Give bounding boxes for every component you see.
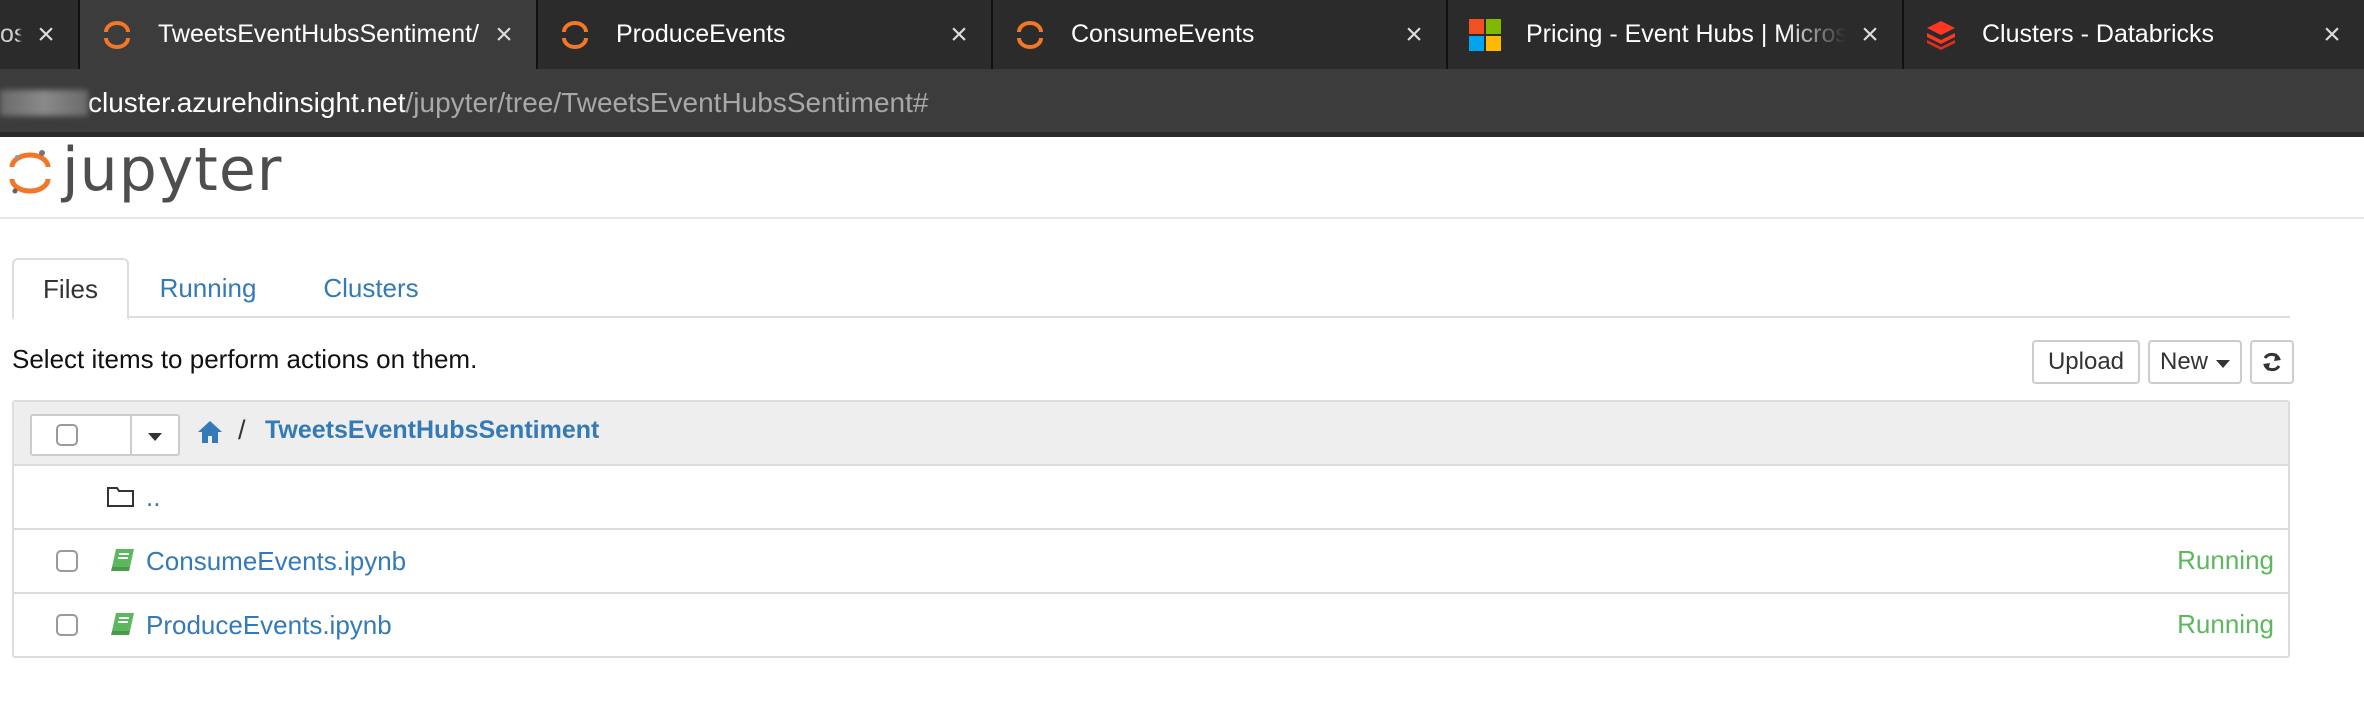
browser-tab-1[interactable]: TweetsEventHubsSentiment/ × (80, 0, 538, 69)
browser-tab-0[interactable]: oso × (0, 0, 80, 69)
select-menu-toggle[interactable] (132, 416, 178, 454)
browser-tab-0-label: oso (0, 20, 22, 48)
upload-button[interactable]: Upload (2032, 340, 2140, 384)
running-status: Running (2177, 545, 2274, 575)
select-all-group (30, 414, 180, 456)
browser-tab-2-label: ProduceEvents (616, 20, 786, 48)
refresh-button[interactable] (2250, 340, 2294, 384)
list-item: ConsumeEvents.ipynb Running (14, 530, 2288, 594)
breadcrumb-folder-link[interactable]: TweetsEventHubsSentiment (265, 416, 599, 445)
browser-tab-strip: oso × TweetsEventHubsSentiment/ × Produc… (0, 0, 2364, 69)
browser-tab-4[interactable]: Pricing - Event Hubs | Microso × (1448, 0, 1904, 69)
jupyter-logo-icon (9, 150, 51, 194)
jupyter-icon (100, 18, 134, 52)
upload-button-label: Upload (2047, 348, 2125, 375)
databricks-icon (1924, 18, 1958, 52)
browser-tab-5[interactable]: Clusters - Databricks × (1904, 0, 2364, 69)
select-all-checkbox[interactable] (56, 424, 78, 446)
browser-tab-2[interactable]: ProduceEvents × (538, 0, 993, 69)
notebook-icon (111, 613, 134, 635)
jupyter-logo[interactable]: jupyter (8, 135, 283, 205)
notebook-link-produce[interactable]: ProduceEvents.ipynb (146, 610, 392, 641)
select-all-area[interactable] (32, 416, 132, 454)
new-dropdown-button[interactable]: New (2148, 340, 2242, 384)
list-item: ProduceEvents.ipynb Running (14, 594, 2288, 658)
address-host: cluster.azurehdinsight.net (88, 87, 406, 118)
item-checkbox[interactable] (56, 614, 78, 636)
caret-down-icon (2216, 359, 2230, 368)
tab-clusters[interactable]: Clusters (314, 258, 428, 318)
notebook-link-consume[interactable]: ConsumeEvents.ipynb (146, 546, 406, 577)
tab-files[interactable]: Files (12, 258, 129, 320)
parent-folder-link[interactable]: .. (146, 482, 160, 513)
browser-tab-3[interactable]: ConsumeEvents × (993, 0, 1448, 69)
dashboard-tabs: Files Running Clusters (12, 258, 2290, 320)
browser-tab-1-label: TweetsEventHubsSentiment/ (158, 20, 479, 48)
address-bar[interactable]: cluster.azurehdinsight.net /jupyter/tree… (0, 69, 2364, 137)
notebook-icon (111, 549, 134, 571)
close-tab-0-icon[interactable]: × (34, 19, 58, 50)
redacted-hostname-prefix (0, 90, 88, 116)
browser-tab-4-label: Pricing - Event Hubs | Microso (1526, 20, 1846, 48)
jupyter-logo-text: jupyter (62, 135, 283, 205)
new-button-label: New (2159, 348, 2208, 375)
jupyter-icon (1013, 18, 1047, 52)
tab-running[interactable]: Running (150, 258, 266, 318)
caret-down-icon (148, 432, 162, 441)
close-tab-4-icon[interactable]: × (1858, 19, 1882, 50)
browser-tab-5-label: Clusters - Databricks (1982, 20, 2214, 48)
close-tab-5-icon[interactable]: × (2320, 19, 2344, 50)
address-path: /jupyter/tree/TweetsEventHubsSentiment# (405, 87, 929, 118)
close-tab-3-icon[interactable]: × (1402, 19, 1426, 50)
running-status: Running (2177, 609, 2274, 639)
microsoft-icon (1468, 18, 1502, 52)
selection-hint: Select items to perform actions on them. (12, 344, 478, 374)
breadcrumb-separator: / (238, 415, 246, 445)
list-item: .. (14, 466, 2288, 530)
list-header: / TweetsEventHubsSentiment (14, 402, 2288, 466)
jupyter-icon (558, 18, 592, 52)
browser-tab-3-label: ConsumeEvents (1071, 20, 1255, 48)
notebook-list: / TweetsEventHubsSentiment .. ConsumeEve… (12, 400, 2290, 658)
home-icon[interactable] (196, 418, 224, 446)
item-checkbox[interactable] (56, 550, 78, 572)
refresh-icon (2263, 352, 2281, 372)
close-tab-1-icon[interactable]: × (492, 19, 516, 50)
close-tab-2-icon[interactable]: × (947, 19, 971, 50)
folder-icon (107, 487, 134, 507)
jupyter-header: jupyter (0, 137, 2364, 219)
